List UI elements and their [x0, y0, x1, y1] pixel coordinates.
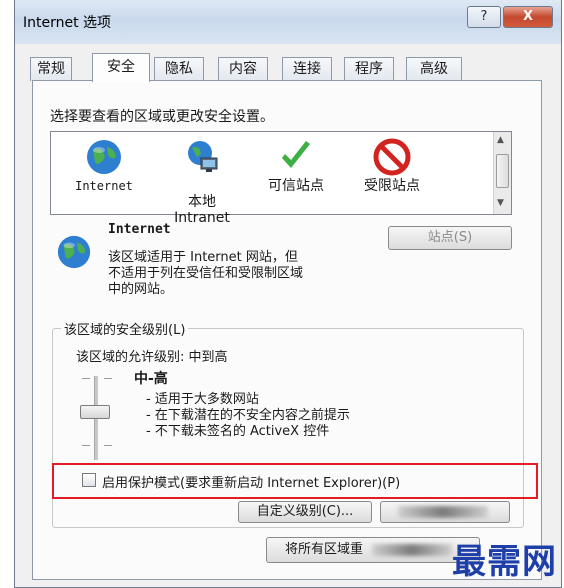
allowed-level-label: 该区域的允许级别: 中到高 [76, 350, 228, 365]
security-level-group-title: 该区域的安全级别(L) [61, 319, 189, 338]
sites-button[interactable]: 站点(S) [388, 226, 512, 250]
reset-all-zones-label: 将所有区域重 [285, 542, 364, 557]
slider-tick [82, 445, 90, 446]
zone-prompt: 选择要查看的区域或更改安全设置。 [50, 109, 274, 125]
zone-label: 可信站点 [268, 178, 324, 194]
zone-label: Internet [75, 179, 133, 193]
local-intranet-icon [188, 141, 218, 172]
slider-tick [82, 378, 90, 379]
zone-restricted-sites[interactable]: 受限站点 [347, 132, 437, 212]
tab-security[interactable]: 安全 [92, 53, 150, 82]
scroll-up-icon[interactable]: ▲ [497, 135, 504, 145]
tab-content[interactable]: 内容 [218, 57, 268, 81]
obscured-text [372, 544, 452, 556]
zone-label: 受限站点 [364, 178, 420, 194]
level-bullet-3: - 不下载未签名的 ActiveX 控件 [146, 424, 330, 439]
help-button[interactable]: ? [467, 6, 501, 28]
title-bar[interactable]: Internet 选项 ? X [15, 0, 561, 44]
obscured-text [398, 506, 488, 518]
window-title: Internet 选项 [23, 15, 112, 31]
tab-advanced[interactable]: 高级 [406, 57, 462, 81]
selected-zone-globe-icon [57, 235, 91, 269]
zone-internet[interactable]: Internet [59, 132, 149, 212]
close-button[interactable]: X [503, 6, 553, 28]
checkmark-icon [282, 141, 310, 168]
scroll-thumb[interactable] [496, 154, 509, 188]
zone-trusted-sites[interactable]: 可信站点 [251, 132, 341, 212]
zone-list[interactable]: Internet 本地 Intranet 可信站点 受限站点 ▲ ▼ [50, 131, 512, 226]
selected-zone-description-3: 中的网站。 [108, 282, 174, 297]
tab-privacy[interactable]: 隐私 [154, 57, 204, 81]
slider-tick [104, 445, 112, 446]
zone-local-intranet[interactable]: 本地 Intranet [157, 132, 247, 226]
tab-connections[interactable]: 连接 [282, 57, 332, 81]
tab-general[interactable]: 常规 [30, 57, 72, 81]
zone-list-scrollbar[interactable]: ▲ ▼ [493, 132, 511, 214]
tab-programs[interactable]: 程序 [344, 57, 394, 81]
custom-level-button[interactable]: 自定义级别(C)... [238, 501, 372, 523]
slider-tick [104, 378, 112, 379]
zone-label-line: 本地 Intranet [174, 194, 230, 226]
restricted-icon [373, 138, 411, 176]
zone-label: 本地 Intranet [157, 178, 247, 226]
scroll-down-icon[interactable]: ▼ [497, 198, 504, 208]
selected-zone-title: Internet [108, 222, 171, 237]
level-name: 中-高 [134, 371, 168, 387]
globe-icon [87, 140, 121, 174]
security-level-slider-thumb[interactable] [80, 405, 110, 419]
watermark-logo: 最需网 [452, 542, 557, 582]
highlight-box [52, 463, 538, 499]
